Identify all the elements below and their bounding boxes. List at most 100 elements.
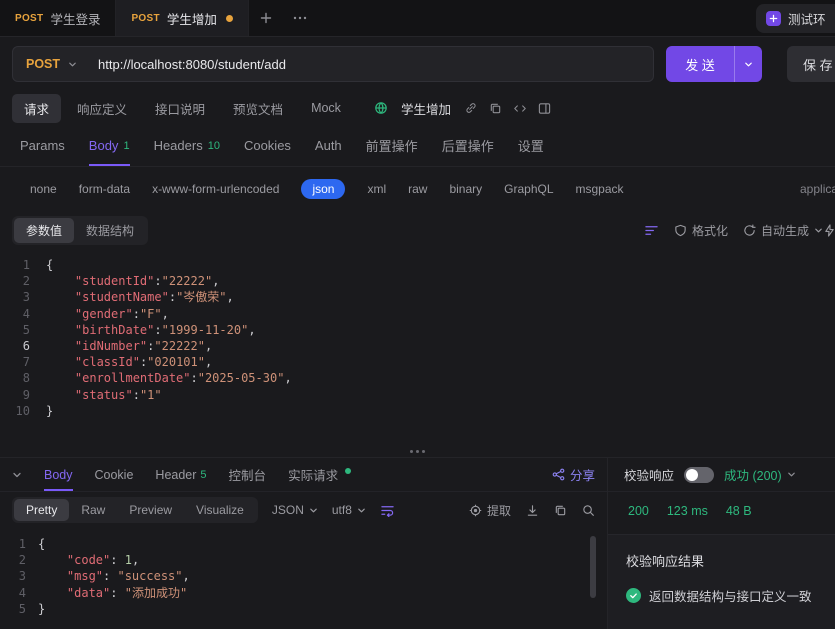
lightning-icon[interactable] <box>823 223 835 237</box>
tab-auth[interactable]: Auth <box>315 125 342 166</box>
format-button[interactable]: 格式化 <box>674 222 728 239</box>
validation-toggle[interactable] <box>684 466 715 483</box>
line-number: 2 <box>18 553 26 568</box>
mode-schema[interactable]: 数据结构 <box>74 218 146 243</box>
doc-title[interactable]: 学生增加 <box>401 99 451 118</box>
mode-values[interactable]: 参数值 <box>14 217 75 243</box>
extract-button[interactable]: 提取 <box>469 502 511 519</box>
body-type-binary[interactable]: binary <box>449 182 482 196</box>
tab-more-button[interactable] <box>283 0 317 36</box>
body-type-none[interactable]: none <box>30 182 57 196</box>
line-number: 4 <box>18 585 26 600</box>
response-encoding-select[interactable]: utf8 <box>332 503 366 517</box>
panel-splitter-handle[interactable] <box>0 445 835 457</box>
auto-generate-button[interactable]: 自动生成 <box>743 222 823 239</box>
nav-item-response-def[interactable]: 响应定义 <box>65 94 139 123</box>
view-visualize[interactable]: Visualize <box>184 499 256 521</box>
tab-label: 学生登录 <box>50 12 101 27</box>
headers-count-badge: 10 <box>207 139 220 152</box>
response-tab-body[interactable]: Body <box>44 458 73 491</box>
body-type-raw[interactable]: raw <box>408 182 427 196</box>
tab-post-actions[interactable]: 后置操作 <box>442 125 494 166</box>
validation-result-card: 校验响应结果 返回数据结构与接口定义一致 <box>608 534 835 629</box>
view-raw[interactable]: Raw <box>69 499 117 521</box>
send-button[interactable]: 发 送 <box>666 46 762 82</box>
search-icon[interactable] <box>582 504 595 517</box>
url-input[interactable]: http://localhost:8080/student/add <box>90 57 653 72</box>
view-preview[interactable]: Preview <box>117 499 184 521</box>
format-icon <box>674 224 687 237</box>
response-tab-header[interactable]: Header 5 <box>155 458 206 491</box>
line-number: 7 <box>22 355 30 370</box>
copy-icon[interactable] <box>489 102 502 115</box>
nav-item-docs[interactable]: 接口说明 <box>143 94 217 123</box>
body-type-msgpack[interactable]: msgpack <box>576 182 624 196</box>
body-type-urlencoded[interactable]: x-www-form-urlencoded <box>152 182 279 196</box>
line-number: 6 <box>22 338 30 353</box>
new-tab-button[interactable] <box>249 0 283 36</box>
code-icon[interactable] <box>513 102 527 115</box>
status-code: 200 <box>628 504 649 518</box>
doc-link-group: 学生增加 <box>374 91 551 125</box>
tab-body[interactable]: Body 1 <box>89 125 130 166</box>
nav-item-mock[interactable]: Mock <box>299 96 353 120</box>
response-language-select[interactable]: JSON <box>272 503 318 517</box>
validation-status[interactable]: 成功 (200) <box>724 465 796 484</box>
docs-globe-icon <box>374 101 388 115</box>
line-number: 1 <box>22 258 30 272</box>
word-wrap-icon[interactable] <box>380 504 395 517</box>
environment-icon <box>766 11 781 26</box>
body-type-graphql[interactable]: GraphQL <box>504 182 553 196</box>
collapse-chevron-icon[interactable] <box>12 470 22 480</box>
code-line: 1{ <box>0 536 607 552</box>
validation-panel: 校验响应 成功 (200) 200 123 ms 48 B 校验响应结果 返回数… <box>608 458 835 629</box>
link-icon[interactable] <box>464 101 478 115</box>
validation-label: 校验响应 <box>624 469 675 483</box>
save-button[interactable]: 保 存 <box>787 46 835 82</box>
code-line: 9 "status":"1" <box>0 387 835 403</box>
chevron-down-icon <box>787 470 796 479</box>
download-icon[interactable] <box>526 504 539 517</box>
line-number: 2 <box>22 274 30 289</box>
code-line: 10} <box>0 403 835 419</box>
request-body-editor[interactable]: 1{2 "studentId":"22222", 3 "studentName":… <box>0 249 835 445</box>
nav-item-preview[interactable]: 预览文档 <box>221 94 295 123</box>
body-count-badge: 1 <box>123 139 130 152</box>
wrap-settings-icon[interactable] <box>644 224 659 237</box>
response-scrollbar[interactable] <box>590 536 596 598</box>
tab-settings[interactable]: 设置 <box>518 125 544 166</box>
share-button[interactable]: 分享 <box>552 458 595 491</box>
check-circle-icon <box>626 588 641 603</box>
tab-pre-actions[interactable]: 前置操作 <box>366 125 418 166</box>
tab-params[interactable]: Params <box>20 125 65 166</box>
body-type-form-data[interactable]: form-data <box>79 182 130 196</box>
save-label: 保 存 <box>803 57 833 73</box>
response-tab-cookie[interactable]: Cookie <box>95 458 134 491</box>
columns-layout-icon[interactable] <box>538 102 551 115</box>
view-pretty[interactable]: Pretty <box>14 499 70 521</box>
body-type-json[interactable]: json <box>301 179 346 199</box>
tab-cookies[interactable]: Cookies <box>244 125 291 166</box>
nav-item-request[interactable]: 请求 <box>12 93 62 123</box>
editor-tools: 格式化 自动生成 <box>644 222 823 239</box>
send-options-caret[interactable] <box>734 46 762 82</box>
response-body-editor[interactable]: 1{2 "code": 1, 3 "msg": "success", 4 "data… <box>0 536 607 617</box>
request-nav-row: 请求 响应定义 接口说明 预览文档 Mock 学生增加 <box>0 91 835 125</box>
copy-icon[interactable] <box>554 504 567 517</box>
body-type-xml[interactable]: xml <box>367 182 386 196</box>
response-tabs: Body Cookie Header 5 控制台 实际请求 分享 <box>0 458 607 492</box>
method-select[interactable]: POST <box>13 47 90 81</box>
code-line: 5} <box>0 601 607 617</box>
environment-selector[interactable]: 测试环 <box>756 4 835 33</box>
tab-label: 学生增加 <box>166 12 217 27</box>
chevron-down-icon <box>68 60 77 69</box>
request-tab-student-login[interactable]: POST 学生登录 <box>0 0 117 36</box>
response-tab-console[interactable]: 控制台 <box>229 458 267 491</box>
response-time: 123 ms <box>666 504 708 518</box>
request-tab-student-add[interactable]: POST 学生增加 <box>116 0 249 36</box>
validation-result-text: 返回数据结构与接口定义一致 <box>649 590 812 604</box>
response-tab-actual-request[interactable]: 实际请求 <box>288 458 352 491</box>
response-view-switch: Pretty Raw Preview Visualize <box>12 497 258 523</box>
share-icon <box>552 468 565 481</box>
tab-headers[interactable]: Headers 10 <box>154 125 220 166</box>
